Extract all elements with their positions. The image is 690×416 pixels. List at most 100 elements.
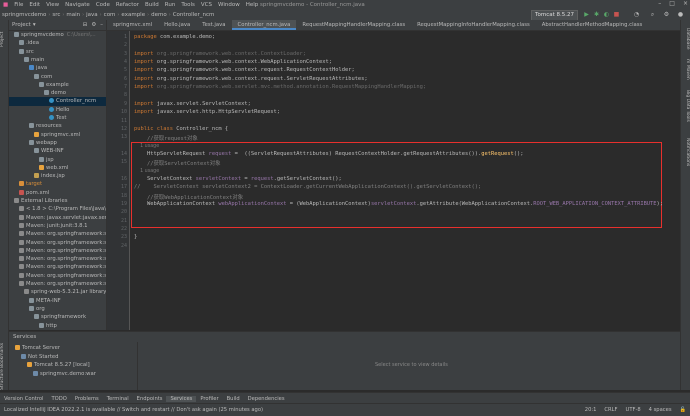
tool-window-button[interactable]: Endpoints bbox=[133, 396, 167, 402]
breadcrumb-item[interactable]: demo bbox=[149, 12, 169, 18]
menu-item[interactable]: VCS bbox=[198, 2, 215, 8]
tree-row[interactable]: web.xml bbox=[9, 164, 106, 172]
tree-row[interactable]: Maven: javax.servlet:javax.servlet-api bbox=[9, 214, 106, 222]
breadcrumb-item[interactable]: com bbox=[102, 12, 118, 18]
tree-row[interactable]: .idea bbox=[9, 39, 106, 47]
search-icon[interactable]: ⌕ bbox=[649, 11, 656, 18]
tree-row[interactable]: Maven: org.springframework:spring-jcl bbox=[9, 263, 106, 271]
tree-row[interactable]: webapp bbox=[9, 139, 106, 147]
settings-icon[interactable]: ⚙ bbox=[663, 11, 670, 18]
editor-tab[interactable]: Test.java bbox=[196, 20, 231, 30]
cursor-position[interactable]: 20:1 bbox=[585, 404, 597, 416]
tab-structure[interactable]: Structure bbox=[0, 375, 8, 390]
tool-window-button[interactable]: TODO bbox=[47, 396, 70, 402]
tree-row[interactable]: Maven: org.springframework:spring-we bbox=[9, 280, 106, 288]
breadcrumb-item[interactable]: java bbox=[84, 12, 100, 18]
tree-row[interactable]: target bbox=[9, 180, 106, 188]
tree-row[interactable]: < 1.8 > C:\Program Files\Java\jdk bbox=[9, 205, 106, 213]
menu-item[interactable]: Edit bbox=[26, 2, 43, 8]
tree-row[interactable]: example bbox=[9, 81, 106, 89]
breadcrumb-item[interactable]: main bbox=[64, 12, 82, 18]
editor-tab[interactable]: springmvc.xml bbox=[107, 20, 158, 30]
hide-icon[interactable]: – bbox=[100, 22, 103, 28]
tree-row[interactable]: META-INF bbox=[9, 297, 106, 305]
tree-row[interactable]: main bbox=[9, 56, 106, 64]
gear-icon[interactable]: ⚙ bbox=[91, 22, 96, 28]
tab-database[interactable]: Database bbox=[682, 24, 690, 54]
services-tree-row[interactable]: Not Started bbox=[21, 353, 59, 361]
tree-row[interactable]: Maven: org.springframework:spring-we bbox=[9, 272, 106, 280]
tool-window-button[interactable]: Problems bbox=[71, 396, 103, 402]
breadcrumb-item[interactable]: Controller_ncm bbox=[171, 12, 217, 18]
services-tree-row[interactable]: Tomcat Server bbox=[15, 344, 60, 352]
tree-row[interactable]: spring-web-5.3.21.jar library root bbox=[9, 288, 106, 296]
tree-row[interactable]: http bbox=[9, 322, 106, 330]
run-icon[interactable]: ▶ bbox=[583, 11, 590, 18]
tree-row[interactable]: pom.xml bbox=[9, 189, 106, 197]
menu-item[interactable]: Help bbox=[243, 2, 262, 8]
tree-row[interactable]: springmvc.xml bbox=[9, 131, 106, 139]
tab-big-data-tools[interactable]: Big Data Tools bbox=[682, 84, 690, 128]
tree-row[interactable]: java bbox=[9, 64, 106, 72]
project-panel-title[interactable]: Project bbox=[9, 22, 31, 28]
menu-item[interactable]: Window bbox=[215, 2, 243, 8]
profile-icon[interactable]: ◔ bbox=[633, 11, 640, 18]
tool-window-button[interactable]: Terminal bbox=[103, 396, 133, 402]
tree-row[interactable]: jsp bbox=[9, 156, 106, 164]
tool-window-button[interactable]: Services bbox=[166, 396, 196, 402]
tree-row[interactable]: Controller_ncm bbox=[9, 97, 106, 105]
menu-item[interactable]: File bbox=[11, 2, 26, 8]
tree-row[interactable]: springframework bbox=[9, 313, 106, 321]
editor-tab[interactable]: RequestMappingInfoHandlerMapping.class bbox=[411, 20, 536, 30]
menu-item[interactable]: View bbox=[43, 2, 62, 8]
services-tree-row[interactable]: springmvc.demo:war bbox=[33, 370, 96, 378]
usage-hint[interactable]: 1 usage bbox=[134, 169, 159, 174]
tool-window-button[interactable]: Dependencies bbox=[244, 396, 289, 402]
menu-item[interactable]: Tools bbox=[178, 2, 198, 8]
tree-row[interactable]: demo bbox=[9, 89, 106, 97]
tree-row[interactable]: src bbox=[9, 48, 106, 56]
tree-row[interactable]: Maven: org.springframework:spring-be bbox=[9, 239, 106, 247]
lock-icon[interactable]: 🔓 bbox=[680, 404, 686, 416]
file-encoding[interactable]: UTF-8 bbox=[626, 404, 641, 416]
tab-maven[interactable]: m Maven bbox=[682, 58, 690, 80]
tree-row[interactable]: Maven: junit:junit:3.8.1 bbox=[9, 222, 106, 230]
menu-item[interactable]: Build bbox=[142, 2, 162, 8]
usage-hint[interactable]: 1 usage bbox=[134, 144, 159, 149]
menu-item[interactable]: Refactor bbox=[113, 2, 142, 8]
tool-window-button[interactable]: Build bbox=[223, 396, 244, 402]
code-editor[interactable]: package com.example.demo;import org.spri… bbox=[130, 31, 680, 330]
tree-row[interactable]: springmvcdemoC:\Users\... bbox=[9, 31, 106, 39]
chevron-down-icon[interactable]: ▾ bbox=[33, 22, 36, 28]
status-message[interactable]: Localized IntelliJ IDEA 2022.2.1 is avai… bbox=[4, 404, 263, 416]
minimize-icon[interactable]: – bbox=[658, 0, 661, 7]
tree-row[interactable]: index.jsp bbox=[9, 172, 106, 180]
stop-icon[interactable]: ■ bbox=[613, 11, 620, 18]
line-separator[interactable]: CRLF bbox=[604, 404, 617, 416]
maximize-icon[interactable]: □ bbox=[669, 0, 675, 7]
menu-item[interactable]: Run bbox=[162, 2, 179, 8]
collapse-all-icon[interactable]: ⊟ bbox=[83, 22, 88, 28]
editor-tab[interactable]: RequestMappingHandlerMapping.class bbox=[296, 20, 411, 30]
tree-row[interactable]: WEB-INF bbox=[9, 147, 106, 155]
tree-row[interactable]: Maven: org.springframework:spring-ex bbox=[9, 255, 106, 263]
menu-item[interactable]: Navigate bbox=[62, 2, 93, 8]
breadcrumb-item[interactable]: example bbox=[119, 12, 147, 18]
tree-row[interactable]: External Libraries bbox=[9, 197, 106, 205]
tree-row[interactable]: Maven: org.springframework:spring-aop bbox=[9, 230, 106, 238]
tree-row[interactable]: com bbox=[9, 73, 106, 81]
breadcrumb-item[interactable]: springmvcdemo bbox=[0, 12, 48, 18]
editor-tab[interactable]: Controller_ncm.java bbox=[232, 20, 297, 30]
tree-row[interactable]: Hello bbox=[9, 106, 106, 114]
tree-row[interactable]: Maven: org.springframework:spring-co bbox=[9, 247, 106, 255]
tab-project[interactable]: Project bbox=[0, 24, 8, 54]
tab-notifications[interactable]: Notifications bbox=[682, 132, 690, 172]
coverage-icon[interactable]: ◐ bbox=[603, 11, 610, 18]
tree-row[interactable]: resources bbox=[9, 122, 106, 130]
close-icon[interactable]: × bbox=[683, 0, 688, 7]
tool-window-button[interactable]: Profiler bbox=[196, 396, 222, 402]
menu-item[interactable]: Code bbox=[93, 2, 113, 8]
editor-tab[interactable]: Hello.java bbox=[158, 20, 196, 30]
tree-row[interactable]: Test bbox=[9, 114, 106, 122]
tree-row[interactable]: org bbox=[9, 305, 106, 313]
